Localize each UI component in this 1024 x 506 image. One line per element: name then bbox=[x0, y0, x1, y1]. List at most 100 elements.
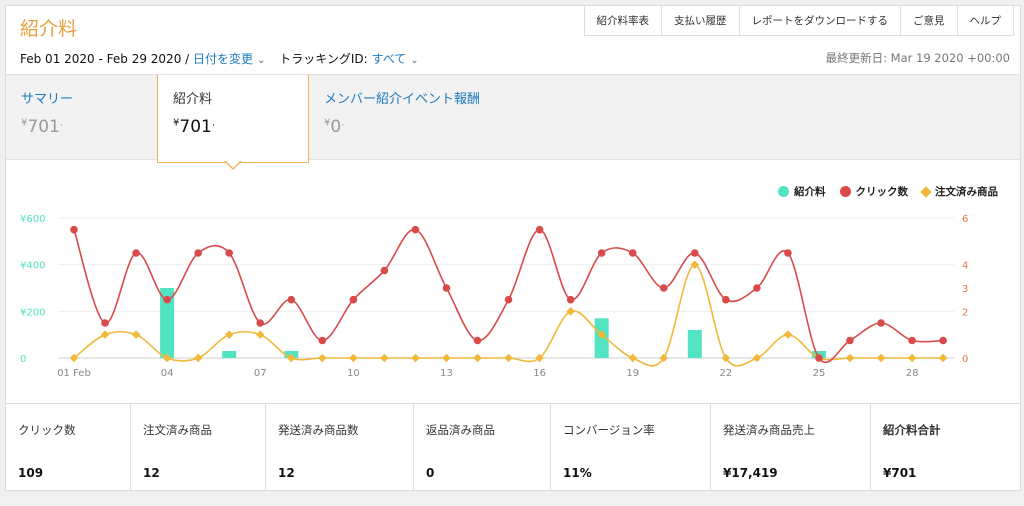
x-tick-label: 16 bbox=[533, 368, 546, 376]
y-right-tick-label: 3 bbox=[962, 284, 968, 295]
orders-point bbox=[349, 353, 358, 363]
tracking-label: トラッキングID: bbox=[279, 52, 368, 66]
tab-label: メンバー紹介イベント報酬 bbox=[324, 92, 481, 107]
stat-returned: 返品済み商品 0 bbox=[414, 404, 551, 490]
orders-point bbox=[131, 330, 141, 339]
stat-total-fees: 紹介料合計 ¥701 bbox=[883, 423, 941, 480]
clicks-point bbox=[566, 295, 575, 304]
change-date-link[interactable]: 日付を変更 bbox=[193, 52, 253, 66]
clicks-point bbox=[380, 266, 389, 275]
stat-conversion: コンバージョン率 11% bbox=[551, 404, 711, 490]
clicks-point bbox=[908, 336, 916, 345]
orders-point bbox=[783, 330, 793, 339]
clicks-point bbox=[877, 319, 885, 327]
clicks-point bbox=[318, 336, 327, 345]
tracking-id-select[interactable]: すべて bbox=[372, 52, 407, 66]
clicks-point bbox=[753, 284, 761, 292]
legend-item-orders[interactable]: 注文済み商品 bbox=[920, 184, 998, 199]
chevron-down-icon[interactable]: ⌄ bbox=[410, 55, 418, 66]
legend-item-clicks[interactable]: クリック数 bbox=[839, 184, 908, 199]
stat-ordered: 注文済み商品 12 bbox=[131, 404, 266, 490]
y-right-tick-label: 0 bbox=[962, 354, 968, 365]
clicks-point bbox=[194, 249, 202, 257]
tab-label: 紹介料 bbox=[173, 92, 213, 107]
summary-tabs: サマリー ¥701. 紹介料 ¥701. メンバー紹介イベント報酬 ¥0. bbox=[6, 74, 1020, 163]
clicks-point bbox=[442, 284, 451, 292]
clicks-point bbox=[411, 225, 420, 234]
clicks-point bbox=[349, 295, 358, 304]
stat-clicks: クリック数 109 bbox=[6, 404, 131, 490]
clicks-point bbox=[628, 249, 637, 257]
orders-line bbox=[73, 263, 944, 367]
tab-value: ¥701. bbox=[173, 117, 216, 137]
nav-feedback[interactable]: ご意見 bbox=[900, 6, 958, 36]
orders-point bbox=[938, 353, 948, 363]
x-tick-label: 22 bbox=[719, 368, 732, 376]
clicks-point bbox=[597, 249, 606, 257]
tab-fees[interactable]: 紹介料 ¥701. bbox=[157, 75, 309, 163]
orders-point bbox=[752, 353, 762, 363]
orders-point bbox=[628, 353, 637, 363]
x-tick-label: 25 bbox=[813, 368, 826, 376]
stats-bar: クリック数 109 注文済み商品 12 発送済み商品数 12 返品済み商品 0 コンバー… bbox=[6, 403, 1020, 490]
y-right-tick-label: 4 bbox=[962, 261, 968, 272]
report-card: 紹介料 紹介料率表 支払い履歴 レポートをダウンロードする ご意見 ヘルプ Fe… bbox=[5, 5, 1021, 491]
clicks-point bbox=[163, 295, 171, 304]
stat-shipped: 発送済み商品数 12 bbox=[266, 404, 414, 490]
orders-point bbox=[473, 353, 482, 363]
orders-point bbox=[442, 353, 451, 363]
clicks-point bbox=[287, 295, 296, 304]
clicks-point bbox=[225, 249, 233, 257]
x-tick-label: 19 bbox=[626, 368, 639, 376]
tab-pointer-inner bbox=[225, 160, 241, 168]
chevron-down-icon[interactable]: ⌄ bbox=[257, 55, 265, 66]
clicks-point bbox=[132, 249, 140, 257]
orders-point bbox=[504, 353, 513, 363]
orders-point bbox=[380, 353, 389, 363]
orders-point bbox=[255, 330, 265, 339]
clicks-point bbox=[535, 225, 544, 234]
legend-item-fees[interactable]: 紹介料 bbox=[778, 184, 826, 199]
clicks-point bbox=[70, 225, 78, 234]
tab-value: ¥701. bbox=[21, 117, 64, 137]
tab-label: サマリー bbox=[21, 92, 74, 107]
clicks-point bbox=[101, 319, 109, 327]
x-tick-label: 28 bbox=[906, 368, 919, 376]
orders-point bbox=[193, 353, 203, 363]
clicks-point bbox=[784, 249, 792, 257]
date-range: Feb 01 2020 - Feb 29 2020 / bbox=[20, 52, 190, 66]
filter-bar: Feb 01 2020 - Feb 29 2020 / 日付を変更 ⌄ トラッキン… bbox=[20, 50, 429, 67]
chart-legend: 紹介料 クリック数 注文済み商品 bbox=[764, 184, 998, 199]
top-nav: 紹介料率表 支払い履歴 レポートをダウンロードする ご意見 ヘルプ bbox=[583, 6, 1014, 36]
tab-value: ¥0. bbox=[324, 117, 345, 137]
legend-swatch bbox=[839, 186, 851, 197]
tab-member-referral[interactable]: メンバー紹介イベント報酬 ¥0. bbox=[309, 75, 529, 161]
tab-summary[interactable]: サマリー ¥701. bbox=[6, 75, 156, 161]
page-title: 紹介料 bbox=[20, 18, 78, 40]
x-tick-label: 13 bbox=[440, 368, 453, 376]
legend-swatch bbox=[778, 186, 789, 197]
fee-bar bbox=[222, 351, 237, 358]
clicks-point bbox=[504, 295, 513, 304]
clicks-point bbox=[815, 354, 823, 362]
y-left-tick-label: ¥400 bbox=[20, 261, 45, 272]
orders-point bbox=[876, 353, 886, 363]
nav-fee-rates[interactable]: 紹介料率表 bbox=[583, 6, 662, 36]
x-tick-label: 10 bbox=[347, 368, 360, 376]
orders-point bbox=[224, 330, 234, 339]
orders-point bbox=[100, 330, 110, 339]
orders-point bbox=[907, 353, 917, 363]
clicks-point bbox=[722, 295, 730, 304]
clicks-point bbox=[939, 336, 947, 345]
legend-swatch bbox=[920, 185, 932, 198]
y-left-tick-label: 0 bbox=[20, 354, 26, 365]
x-tick-label: 04 bbox=[161, 368, 174, 376]
orders-point bbox=[411, 353, 420, 363]
clicks-point bbox=[659, 284, 668, 292]
nav-payment-history[interactable]: 支払い履歴 bbox=[661, 6, 740, 36]
nav-download-report[interactable]: レポートをダウンロードする bbox=[738, 6, 901, 36]
last-updated: 最終更新日: Mar 19 2020 +00:00 bbox=[825, 51, 1010, 65]
clicks-point bbox=[256, 319, 265, 327]
y-right-tick-label: 2 bbox=[962, 307, 968, 318]
nav-help[interactable]: ヘルプ bbox=[956, 6, 1014, 36]
